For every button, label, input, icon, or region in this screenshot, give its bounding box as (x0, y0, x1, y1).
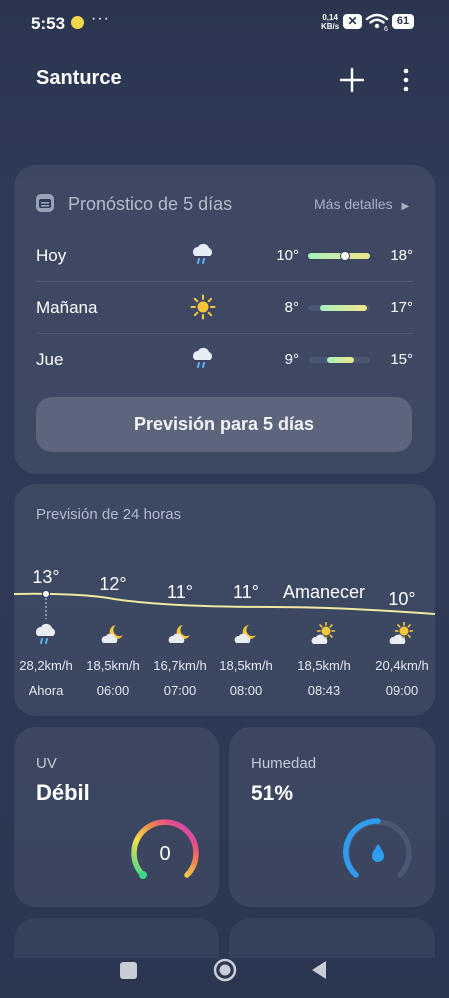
network-speed: 0,14 KB/s (321, 13, 339, 31)
day-high-temp: 18° (390, 247, 413, 264)
city-title: Santurce (36, 67, 122, 89)
humidity-gauge (343, 818, 412, 878)
wifi-icon: 6 (365, 12, 389, 37)
sun-icon (190, 294, 216, 325)
day-high-temp: 15° (390, 351, 413, 368)
hour-wind-speed: 20,4km/h (375, 658, 429, 673)
day-low-temp: 9° (284, 351, 299, 368)
day-name: Mañana (36, 298, 98, 317)
hourly-title: Previsión de 24 horas (36, 506, 182, 523)
five-day-forecast-button[interactable]: Previsión para 5 días (36, 397, 412, 452)
uv-index: 0 (159, 843, 170, 865)
system-navigation-bar (0, 958, 449, 998)
rain-cloud-icon (190, 346, 216, 377)
day-row[interactable]: Mañana 8° 17° (36, 282, 413, 334)
add-city-button[interactable] (338, 66, 366, 99)
humidity-label: Humedad (251, 755, 317, 772)
rain-cloud-icon (190, 242, 216, 273)
hour-time: 09:00 (385, 683, 419, 698)
more-details-link[interactable]: Más detalles ▶ (314, 196, 409, 212)
battery-icon: 61 (392, 14, 414, 29)
hour-temp: 10° (388, 589, 416, 609)
network-speed-value: 0,14 (322, 13, 338, 22)
five-day-title: Pronóstico de 5 días (68, 194, 233, 214)
day-row[interactable]: Jue 9° 15° (36, 334, 413, 386)
day-low-temp: 8° (284, 299, 299, 316)
uv-label: UV (36, 755, 57, 772)
recents-button[interactable] (120, 962, 137, 979)
day-row[interactable]: Hoy 10° 18° (36, 230, 413, 282)
calendar-icon (36, 194, 54, 212)
humidity-value: 51% (251, 782, 294, 805)
notification-bulb-icon (71, 16, 84, 29)
more-notifications-icon: ··· (91, 10, 110, 27)
next-card-left (14, 918, 219, 958)
kebab-menu-icon (403, 68, 409, 92)
day-name: Hoy (36, 246, 67, 265)
more-details-label: Más detalles (314, 196, 393, 212)
temp-range-fill (320, 305, 367, 311)
back-button[interactable] (310, 960, 328, 985)
temp-range-bar (308, 357, 370, 363)
water-drop-icon (372, 844, 384, 862)
no-sim-icon: ✕ (343, 14, 362, 29)
uv-gauge: 0 (131, 819, 199, 879)
chevron-right-icon: ▶ (401, 201, 410, 212)
home-button[interactable] (213, 958, 237, 987)
wifi-sub-label: 6 (384, 26, 388, 32)
temp-range-fill (308, 253, 370, 259)
network-speed-unit: KB/s (321, 22, 340, 31)
plus-icon (339, 67, 365, 93)
day-low-temp: 10° (276, 247, 299, 264)
more-options-button[interactable] (398, 68, 414, 99)
status-time: 5:53 (31, 14, 66, 33)
sun-cloud-icon (362, 621, 442, 653)
uv-value: Débil (36, 780, 90, 805)
day-high-temp: 17° (390, 299, 413, 316)
temp-range-fill (326, 357, 355, 363)
temp-range-bar (308, 252, 370, 260)
day-name: Jue (36, 350, 64, 369)
temp-range-bar (308, 305, 370, 311)
next-card-right (229, 918, 435, 958)
